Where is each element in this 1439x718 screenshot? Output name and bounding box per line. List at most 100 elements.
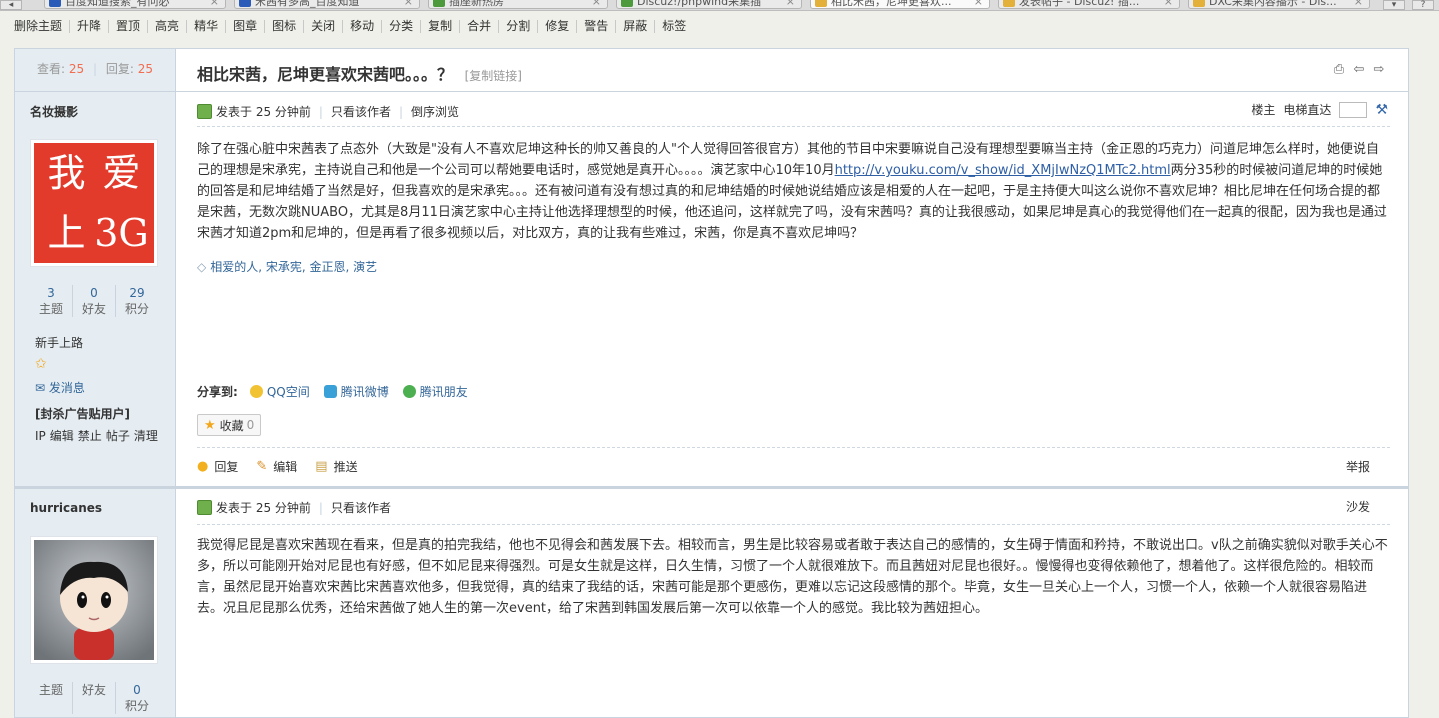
mod-ban-link[interactable]: 禁止 [78, 429, 102, 443]
mod-action-12[interactable]: 分割 [498, 20, 537, 33]
favicon-icon [815, 0, 827, 7]
moderation-toolbar: 删除主题 升降 置顶 高亮 精华 图章 图标 关闭 移动 分类 复制 合并 分割 修复 警告 屏蔽 标签 [0, 13, 1439, 43]
browser-tab[interactable]: 百度知道搜索_有问必 × [44, 0, 226, 9]
mod-action-2[interactable]: 置顶 [108, 20, 147, 33]
stat-points[interactable]: 29 积分 [115, 285, 158, 317]
share-tencent-friends[interactable]: 腾讯朋友 [402, 383, 468, 400]
post-author-name[interactable]: hurricanes [30, 501, 102, 515]
mod-clean-link[interactable]: 清理 [134, 429, 158, 443]
favorite-button[interactable]: ★ 收藏 0 [197, 414, 262, 436]
mod-edit-link[interactable]: 编辑 [50, 429, 74, 443]
author-only-link[interactable]: 只看该作者 [331, 103, 391, 120]
close-icon[interactable]: × [592, 0, 601, 8]
close-icon[interactable]: × [1164, 0, 1173, 8]
next-thread-icon[interactable]: ⇨ [1372, 63, 1386, 77]
close-icon[interactable]: × [1354, 0, 1363, 8]
browser-tab[interactable]: DXC采集内容播示 - Dis... × [1188, 0, 1370, 9]
pencil-icon: ✎ [256, 459, 268, 474]
mod-action-0[interactable]: 删除主题 [14, 20, 69, 33]
mod-action-8[interactable]: 移动 [342, 20, 381, 33]
goto-floor-wrench-icon[interactable]: ⚒ [1375, 102, 1388, 118]
mod-action-13[interactable]: 修复 [537, 20, 576, 33]
tag-list[interactable]: 相爱的人, 宋承宪, 金正恩, 演艺 [210, 258, 377, 275]
help-button[interactable]: ? [1412, 0, 1434, 10]
floor-nav: 沙发 [1346, 498, 1370, 515]
stat-threads[interactable]: 主题 [30, 682, 72, 714]
post-tags: ◇ 相爱的人, 宋承宪, 金正恩, 演艺 [197, 258, 377, 275]
favicon-icon [239, 0, 251, 7]
mod-action-11[interactable]: 合并 [459, 20, 498, 33]
thread-stats-bar: 查看: 25 | 回复: 25 相比宋茜，尼坤更喜欢宋茜吧。。。？ [复制链接]… [15, 49, 1408, 92]
video-link[interactable]: http://v.youku.com/v_show/id_XMjIwNzQ1MT… [835, 163, 1171, 178]
tencent-weibo-icon [323, 385, 337, 398]
print-icon[interactable]: ⎙ [1332, 63, 1346, 77]
mod-action-15[interactable]: 屏蔽 [615, 20, 654, 33]
thread-title: 相比宋茜，尼坤更喜欢宋茜吧。。。？ [复制链接] [197, 65, 522, 84]
rank-star-icon: ✩ [35, 356, 47, 372]
close-icon[interactable]: × [210, 0, 219, 8]
mod-action-3[interactable]: 高亮 [147, 20, 186, 33]
avatar[interactable] [30, 536, 158, 664]
stat-friends[interactable]: 0 好友 [72, 285, 115, 317]
mod-action-16[interactable]: 标签 [654, 20, 693, 33]
report-link[interactable]: 举报 [1346, 458, 1370, 475]
divider [197, 447, 1390, 448]
mod-action-9[interactable]: 分类 [381, 20, 420, 33]
close-icon[interactable]: × [404, 0, 413, 8]
push-button[interactable]: ▤ 推送 [315, 458, 357, 475]
stat-threads[interactable]: 3 主题 [30, 285, 72, 317]
online-status-icon [197, 104, 212, 119]
send-message-link[interactable]: ✉ 发消息 [35, 379, 85, 396]
mod-ip-link[interactable]: IP [35, 429, 46, 443]
post-author-name[interactable]: 名妆摄影 [30, 103, 78, 120]
favicon-icon [49, 0, 61, 7]
share-bar: 分享到: QQ空间 腾讯微博 腾讯朋友 [197, 383, 468, 400]
stat-friends[interactable]: 好友 [72, 682, 115, 714]
copy-link-button[interactable]: [复制链接] [465, 69, 522, 83]
mod-action-5[interactable]: 图章 [225, 20, 264, 33]
mod-action-1[interactable]: 升降 [69, 20, 108, 33]
browser-tab-strip: ◂ 百度知道搜索_有问必 × 宋茜有多高_百度知道 × 插座新热房 × Discuz!… [0, 0, 1439, 11]
favorite-count: 0 [246, 418, 255, 432]
user-rank: 新手上路 [35, 336, 84, 350]
floor-label[interactable]: 沙发 [1346, 498, 1370, 515]
mod-posts-link[interactable]: 帖子 [106, 429, 130, 443]
reply-count: 25 [137, 62, 153, 76]
post-content: 我觉得尼昆是喜欢宋茜现在看来，但是真的拍完我结，他也不见得会和茜发展下去。相较而… [197, 538, 1388, 616]
post-time: 发表于 25 分钟前 [216, 501, 311, 515]
browser-tab[interactable]: 插座新热房 × [428, 0, 608, 9]
reply-button[interactable]: ● 回复 [197, 458, 238, 475]
browser-tab[interactable]: 宋茜有多高_百度知道 × [234, 0, 420, 9]
close-icon[interactable]: × [786, 0, 795, 8]
tab-scroll-left-button[interactable]: ◂ [0, 0, 22, 10]
tab-menu-button[interactable]: ▾ [1383, 0, 1405, 10]
author-only-link[interactable]: 只看该作者 [331, 499, 391, 516]
avatar[interactable]: 我爱上 3G [30, 139, 158, 267]
mod-action-6[interactable]: 图标 [264, 20, 303, 33]
stat-points[interactable]: 0 积分 [115, 682, 158, 714]
mod-action-7[interactable]: 关闭 [303, 20, 342, 33]
share-tencent-weibo[interactable]: 腾讯微博 [323, 383, 389, 400]
mod-action-4[interactable]: 精华 [186, 20, 225, 33]
divider [197, 524, 1390, 525]
mod-action-14[interactable]: 警告 [576, 20, 615, 33]
previous-thread-icon[interactable]: ⇦ [1352, 63, 1366, 77]
goto-floor-label: 电梯直达 [1283, 103, 1332, 117]
browser-tab-active[interactable]: 相比宋茜，尼坤更喜欢... × [810, 0, 990, 9]
post-header: 发表于 25 分钟前 | 只看该作者 [197, 499, 391, 516]
browser-tab[interactable]: 发表帖子 - Discuz! 插... × [998, 0, 1180, 9]
reverse-order-link[interactable]: 倒序浏览 [411, 103, 459, 120]
edit-button[interactable]: ✎ 编辑 [256, 458, 297, 475]
share-qzone[interactable]: QQ空间 [249, 383, 310, 400]
post-actions: ● 回复 ✎ 编辑 ▤ 推送 [197, 458, 376, 475]
star-icon: ★ [204, 417, 216, 433]
close-icon[interactable]: × [974, 0, 983, 8]
browser-tab[interactable]: Discuz!/phpwind采集插 × [616, 0, 802, 9]
favicon-icon [1003, 0, 1015, 7]
author-stats: 主题 好友 0 积分 [30, 682, 158, 714]
moderation-items: 删除主题 升降 置顶 高亮 精华 图章 图标 关闭 移动 分类 复制 合并 分割 修复 警告 屏蔽 标签 [14, 20, 693, 33]
favicon-icon [433, 0, 445, 7]
goto-floor-input[interactable] [1339, 101, 1368, 118]
mod-action-10[interactable]: 复制 [420, 20, 459, 33]
cartoon-face-icon [34, 540, 154, 660]
